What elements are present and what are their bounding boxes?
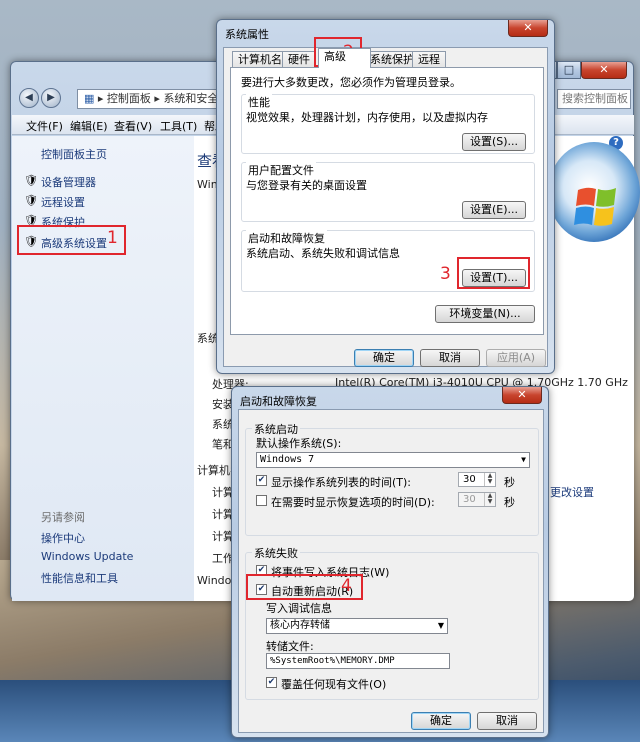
show-recovery-checkbox[interactable] bbox=[256, 495, 267, 506]
control-panel-icon: ▦ bbox=[84, 92, 95, 105]
debug-info-label: 写入调试信息 bbox=[266, 602, 332, 615]
default-os-label: 默认操作系统(S): bbox=[256, 437, 342, 450]
menu-tools[interactable]: 工具(T) bbox=[160, 118, 197, 134]
dialog-title: 系统属性 bbox=[225, 28, 269, 41]
admin-note: 要进行大多数更改，您必须作为管理员登录。 bbox=[241, 76, 461, 89]
dialog-body: 系统启动 默认操作系统(S): Windows 7 ▼ ✔ 显示操作系统列表的时间… bbox=[238, 409, 544, 733]
spin-arrows-icon[interactable]: ▲ ▼ bbox=[484, 493, 495, 506]
device-manager-link[interactable]: 设备管理器 bbox=[41, 174, 96, 190]
annotation-4: 4 bbox=[341, 576, 352, 596]
highlight-box-3 bbox=[457, 257, 530, 289]
control-panel-home-link[interactable]: 控制面板主页 bbox=[41, 146, 107, 162]
seconds-label: 秒 bbox=[504, 476, 515, 489]
close-button[interactable]: ✕ bbox=[508, 20, 548, 37]
tab-computer-name[interactable]: 计算机名 bbox=[232, 51, 288, 68]
see-also-heading: 另请参阅 bbox=[41, 511, 85, 524]
menu-edit[interactable]: 编辑(E) bbox=[70, 118, 108, 134]
dump-file-label: 转储文件: bbox=[266, 640, 314, 653]
annotation-1: 1 bbox=[107, 228, 118, 248]
windows-update-link[interactable]: Windows Update bbox=[41, 550, 133, 563]
seconds-label: 秒 bbox=[504, 496, 515, 509]
cancel-button[interactable]: 取消 bbox=[420, 349, 480, 367]
startup-recovery-description: 系统启动、系统失败和调试信息 bbox=[246, 247, 400, 260]
shield-icon: 🛡 bbox=[24, 174, 38, 187]
overwrite-checkbox[interactable]: ✔ bbox=[266, 677, 277, 688]
breadcrumb-control-panel[interactable]: 控制面板 bbox=[107, 92, 151, 105]
remote-settings-link[interactable]: 远程设置 bbox=[41, 194, 85, 210]
dump-file-input[interactable]: %SystemRoot%\MEMORY.DMP bbox=[266, 653, 450, 669]
menu-file[interactable]: 文件(F) bbox=[26, 118, 63, 134]
startup-recovery-label: 启动和故障恢复 bbox=[246, 230, 327, 246]
close-button[interactable]: ✕ bbox=[581, 62, 627, 79]
show-recovery-stepper[interactable]: 30 ▲ ▼ bbox=[458, 492, 496, 507]
left-pane: 控制面板主页 🛡 设备管理器 🛡 远程设置 🛡 系统保护 🛡 高级系统设置 另请… bbox=[12, 136, 194, 601]
show-recovery-label: 在需要时显示恢复选项的时间(D): bbox=[271, 496, 435, 509]
advanced-tab-panel: 要进行大多数更改，您必须作为管理员登录。 性能 视觉效果，处理器计划，内存使用，… bbox=[230, 67, 544, 335]
performance-info-link[interactable]: 性能信息和工具 bbox=[41, 570, 118, 586]
annotation-3: 3 bbox=[440, 264, 451, 284]
ok-button[interactable]: 确定 bbox=[411, 712, 471, 730]
windows-flag-icon bbox=[574, 187, 616, 226]
system-properties-dialog: 系统属性 ✕ 计算机名 硬件 高级 系统保护 远程 要进行大多数更改，您必须作为… bbox=[216, 19, 555, 374]
tab-remote[interactable]: 远程 bbox=[412, 51, 446, 68]
startup-recovery-dialog: 启动和故障恢复 ✕ 系统启动 默认操作系统(S): Windows 7 ▼ ✔ 显… bbox=[231, 386, 549, 738]
spin-arrows-icon[interactable]: ▲ ▼ bbox=[484, 473, 495, 486]
dialog-title: 启动和故障恢复 bbox=[240, 395, 317, 408]
breadcrumb-system-security[interactable]: 系统和安全 bbox=[163, 92, 218, 105]
environment-variables-button[interactable]: 环境变量(N)... bbox=[435, 305, 535, 323]
system-startup-group: 系统启动 默认操作系统(S): Windows 7 ▼ ✔ 显示操作系统列表的时间… bbox=[245, 421, 539, 536]
back-arrow-icon[interactable]: ◀ bbox=[19, 88, 39, 108]
show-os-list-label: 显示操作系统列表的时间(T): bbox=[271, 476, 412, 489]
change-settings-link[interactable]: 更改设置 bbox=[550, 484, 594, 500]
tab-hardware[interactable]: 硬件 bbox=[282, 51, 316, 68]
maximize-button[interactable]: □ bbox=[557, 62, 581, 79]
user-profiles-description: 与您登录有关的桌面设置 bbox=[246, 179, 367, 192]
user-profiles-settings-button[interactable]: 设置(E)... bbox=[462, 201, 526, 219]
show-os-list-stepper[interactable]: 30 ▲ ▼ bbox=[458, 472, 496, 487]
apply-button[interactable]: 应用(A) bbox=[486, 349, 546, 367]
chevron-down-icon: ▼ bbox=[521, 455, 526, 464]
performance-group: 性能 视觉效果，处理器计划，内存使用，以及虚拟内存 设置(S)... bbox=[241, 94, 535, 154]
cancel-button[interactable]: 取消 bbox=[477, 712, 537, 730]
overwrite-label: 覆盖任何现有文件(O) bbox=[281, 678, 387, 691]
performance-description: 视觉效果，处理器计划，内存使用，以及虚拟内存 bbox=[246, 111, 488, 124]
show-os-list-checkbox[interactable]: ✔ bbox=[256, 475, 267, 486]
performance-settings-button[interactable]: 设置(S)... bbox=[462, 133, 526, 151]
tab-advanced[interactable]: 高级 bbox=[318, 48, 371, 68]
user-profiles-label: 用户配置文件 bbox=[246, 162, 316, 178]
menu-view[interactable]: 查看(V) bbox=[114, 118, 152, 134]
windows-logo-icon bbox=[548, 142, 640, 242]
default-os-select[interactable]: Windows 7 ▼ bbox=[256, 452, 530, 468]
user-profiles-group: 用户配置文件 与您登录有关的桌面设置 设置(E)... bbox=[241, 162, 535, 222]
action-center-link[interactable]: 操作中心 bbox=[41, 530, 85, 546]
performance-label: 性能 bbox=[246, 94, 272, 110]
search-input[interactable]: 搜索控制面板 bbox=[557, 89, 631, 109]
debug-info-select[interactable]: 核心内存转储 ▼ bbox=[266, 618, 448, 634]
chevron-down-icon: ▼ bbox=[437, 621, 444, 630]
dialog-body: 计算机名 硬件 高级 系统保护 远程 要进行大多数更改，您必须作为管理员登录。 … bbox=[223, 47, 548, 367]
system-failure-label: 系统失败 bbox=[252, 545, 300, 561]
shield-icon: 🛡 bbox=[24, 194, 38, 207]
forward-arrow-icon[interactable]: ▶ bbox=[41, 88, 61, 108]
close-button[interactable]: ✕ bbox=[502, 387, 542, 404]
ok-button[interactable]: 确定 bbox=[354, 349, 414, 367]
